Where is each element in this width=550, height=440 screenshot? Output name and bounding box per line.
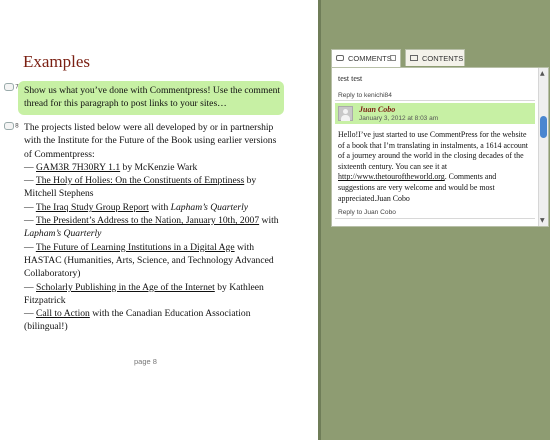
project-link[interactable]: GAM3R 7H30RY 1.1: [36, 162, 120, 173]
project-list-item: — The Future of Learning Institutions in…: [24, 241, 274, 280]
project-link[interactable]: The Iraq Study Group Report: [36, 202, 149, 213]
comment-header: Juan Cobo January 3, 2012 at 8:03 am: [335, 103, 535, 124]
comment-author[interactable]: Juan Cobo: [359, 105, 395, 114]
page-content: Examples 7 Show us what you’ve done with…: [0, 0, 318, 440]
project-link[interactable]: The Future of Learning Institutions in a…: [36, 242, 235, 253]
comment-bubble-icon: [4, 83, 14, 91]
comment-bubble-icon: [336, 55, 344, 61]
minimize-icon[interactable]: [390, 55, 396, 61]
sidebar-divider: [318, 0, 321, 440]
comment-divider: [335, 100, 535, 101]
project-link[interactable]: Scholarly Publishing in the Age of the I…: [36, 282, 215, 293]
scrollbar-thumb[interactable]: [540, 116, 547, 138]
project-list-item: — The Holy of Holies: On the Constituent…: [24, 175, 257, 200]
paragraph-7[interactable]: Show us what you’ve done with Commentpre…: [18, 81, 284, 115]
project-list-item: — Scholarly Publishing in the Age of the…: [24, 281, 264, 306]
paragraph-text: Show us what you’ve done with Commentpre…: [24, 85, 281, 110]
comment-divider: [335, 218, 535, 219]
paragraph-intro: The projects listed below were all devel…: [24, 122, 277, 160]
paragraph-8[interactable]: The projects listed below were all devel…: [24, 121, 286, 334]
comments-scrollbar[interactable]: ▲ ▼: [538, 68, 548, 226]
comments-panel: test test Reply to kenichi84 Juan Cobo J…: [331, 67, 549, 227]
book-icon: [410, 55, 418, 61]
project-link[interactable]: Call to Action: [36, 308, 90, 319]
tab-comments[interactable]: COMMENTS: [331, 49, 401, 67]
comment-body-link[interactable]: http://www.thetouroftheworld.org: [338, 172, 445, 181]
project-list-item: — Call to Action with the Canadian Educa…: [24, 308, 251, 333]
comment-date[interactable]: January 3, 2012 at 8:03 am: [359, 115, 438, 122]
reply-link[interactable]: Reply to Juan Cobo: [338, 209, 396, 216]
project-list-item: — The President’s Address to the Nation,…: [24, 215, 279, 240]
tab-label: CONTENTS: [422, 54, 464, 63]
scroll-down-arrow-icon[interactable]: ▼: [540, 217, 545, 224]
reply-link[interactable]: Reply to kenichi84: [338, 92, 392, 99]
paragraph-comment-marker[interactable]: 8: [4, 122, 19, 130]
tab-label: COMMENTS: [348, 54, 392, 63]
page-number: page 8: [134, 357, 157, 366]
project-link[interactable]: The Holy of Holies: On the Constituents …: [36, 175, 244, 186]
tab-contents[interactable]: CONTENTS: [405, 49, 465, 66]
project-list-item: — The Iraq Study Group Report with Lapha…: [24, 201, 249, 213]
comment-bubble-icon: [4, 122, 14, 130]
avatar: [338, 106, 353, 121]
page-heading: Examples: [23, 52, 91, 71]
comment-body: Hello!I’ve just started to use CommentPr…: [338, 130, 528, 203]
scroll-up-arrow-icon[interactable]: ▲: [540, 70, 545, 77]
paragraph-comment-marker[interactable]: 7: [4, 83, 19, 91]
project-link[interactable]: The President’s Address to the Nation, J…: [36, 215, 259, 226]
project-list-item: — GAM3R 7H30RY 1.1 by McKenzie Wark: [24, 161, 198, 173]
comment-text: test test: [338, 74, 363, 83]
comments-list: test test Reply to kenichi84 Juan Cobo J…: [332, 68, 538, 226]
